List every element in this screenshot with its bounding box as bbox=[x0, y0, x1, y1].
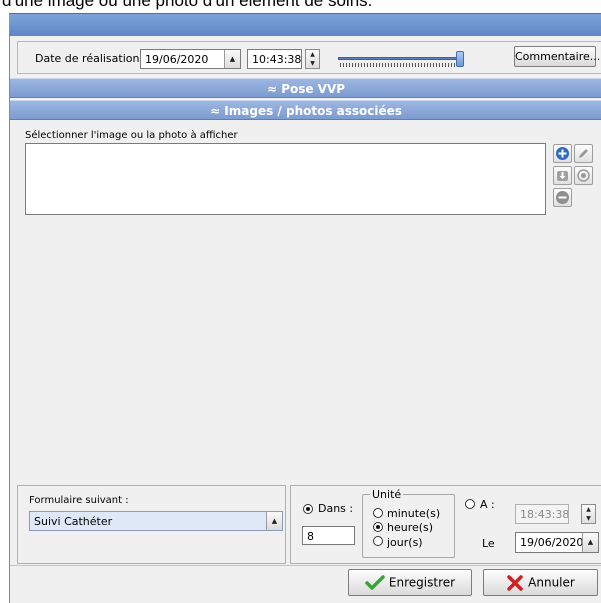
spin-up-icon[interactable]: ▲ bbox=[582, 505, 595, 514]
save-label: Enregistrer bbox=[388, 575, 456, 590]
dans-radio[interactable] bbox=[303, 504, 313, 514]
footer-separator bbox=[10, 565, 601, 566]
time-field[interactable]: 10:43:38 bbox=[247, 49, 302, 69]
comment-button[interactable]: Commentaire... bbox=[514, 46, 600, 67]
cancel-label: Annuler bbox=[528, 575, 575, 590]
import-icon[interactable] bbox=[553, 166, 572, 185]
next-form-label: Formulaire suivant : bbox=[29, 495, 129, 506]
a-radio[interactable] bbox=[465, 499, 475, 509]
next-form-value: Suivi Cathéter bbox=[34, 515, 113, 528]
dropdown-arrow-icon[interactable]: ▲ bbox=[582, 533, 598, 552]
unit-day-label: jour(s) bbox=[387, 536, 423, 549]
time-value: 10:43:38 bbox=[252, 53, 302, 66]
unit-legend: Unité bbox=[370, 488, 404, 501]
slider-track bbox=[338, 57, 462, 60]
date-value: 19/06/2020 bbox=[145, 53, 209, 66]
pencil-icon[interactable] bbox=[574, 144, 593, 163]
add-icon[interactable] bbox=[553, 144, 572, 163]
next-form-panel: Formulaire suivant : Suivi Cathéter ▲ bbox=[17, 485, 286, 564]
spin-down-icon[interactable]: ▼ bbox=[582, 514, 595, 523]
le-date-value: 19/06/2020 bbox=[520, 536, 584, 549]
a-label: A : bbox=[480, 498, 495, 511]
a-time-value: 18:43:38 bbox=[520, 508, 569, 521]
slider-ticks bbox=[340, 63, 460, 67]
schedule-panel: Dans : 8 Unité minute(s) heure(s) jour(s… bbox=[290, 485, 601, 564]
unit-hour-radio[interactable] bbox=[373, 522, 383, 532]
chevron-down-icon: ≈ bbox=[210, 104, 221, 118]
remove-icon[interactable] bbox=[553, 188, 572, 207]
date-panel: Date de réalisation : 19/06/2020 ▲ 10:43… bbox=[17, 41, 601, 74]
section-pose-title: Pose VVP bbox=[281, 82, 346, 96]
unit-day-radio[interactable] bbox=[373, 536, 383, 546]
section-images[interactable]: ≈ Images / photos associées bbox=[10, 100, 601, 120]
dropdown-arrow-icon[interactable]: ▲ bbox=[224, 50, 240, 68]
view-icon[interactable] bbox=[574, 166, 593, 185]
checkmark-icon bbox=[365, 575, 385, 590]
section-pose-vvp[interactable]: ≈ Pose VVP bbox=[10, 78, 601, 98]
time-spinner[interactable]: ▲ ▼ bbox=[305, 49, 320, 69]
dans-input[interactable]: 8 bbox=[302, 526, 355, 545]
le-label: Le bbox=[482, 537, 495, 550]
date-combo[interactable]: 19/06/2020 ▲ bbox=[140, 49, 241, 69]
select-image-label: Sélectionner l'image ou la photo à affic… bbox=[25, 130, 238, 141]
date-label: Date de réalisation : bbox=[35, 52, 147, 65]
caption-text: d'une image ou une photo d'un élément de… bbox=[2, 0, 373, 10]
a-time-field[interactable]: 18:43:38 bbox=[515, 504, 569, 524]
close-icon bbox=[507, 575, 523, 591]
le-date-combo[interactable]: 19/06/2020 ▲ bbox=[515, 532, 599, 553]
dialog-window: Date de réalisation : 19/06/2020 ▲ 10:43… bbox=[9, 36, 601, 603]
a-time-spinner[interactable]: ▲ ▼ bbox=[581, 504, 596, 524]
save-button[interactable]: Enregistrer bbox=[348, 569, 472, 596]
spin-up-icon[interactable]: ▲ bbox=[306, 50, 319, 59]
unit-minute-label: minute(s) bbox=[387, 507, 441, 520]
unit-hour-label: heure(s) bbox=[387, 521, 434, 534]
chevron-up-icon: ≈ bbox=[266, 82, 277, 96]
dans-label: Dans : bbox=[318, 502, 354, 515]
spin-down-icon[interactable]: ▼ bbox=[306, 59, 319, 68]
dans-value: 8 bbox=[307, 530, 314, 543]
image-list[interactable] bbox=[25, 143, 546, 215]
next-form-combo[interactable]: Suivi Cathéter ▲ bbox=[29, 511, 283, 531]
cancel-button[interactable]: Annuler bbox=[483, 569, 598, 596]
dropdown-arrow-icon[interactable]: ▲ bbox=[266, 512, 282, 530]
window-titlebar bbox=[9, 13, 601, 36]
slider-thumb[interactable] bbox=[456, 51, 464, 67]
level-slider[interactable] bbox=[338, 50, 468, 68]
unit-minute-radio[interactable] bbox=[373, 508, 383, 518]
section-images-title: Images / photos associées bbox=[224, 104, 402, 118]
